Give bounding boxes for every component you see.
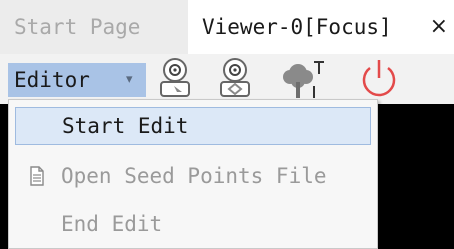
close-icon[interactable]: × xyxy=(430,0,448,54)
tab-bar: Start Page Viewer-0[Focus] × xyxy=(0,0,454,54)
menu-item-open-seed-points-file-label: Open Seed Points File xyxy=(61,164,327,188)
editor-button-label: Editor xyxy=(14,68,90,92)
editor-dropdown-menu: Start Edit Open Seed Points File End Edi… xyxy=(8,99,378,249)
menu-item-end-edit-label: End Edit xyxy=(61,212,163,236)
seed-point-edit-icon[interactable] xyxy=(152,56,198,102)
menu-item-start-edit-label: Start Edit xyxy=(62,114,189,138)
toolbar: Editor ▾ xyxy=(0,54,454,104)
chevron-down-icon: ▾ xyxy=(126,72,133,87)
menu-item-open-seed-points-file[interactable]: Open Seed Points File xyxy=(15,157,371,195)
tab-start-page[interactable]: Start Page xyxy=(0,0,188,54)
document-icon xyxy=(30,166,44,186)
menu-item-end-edit[interactable]: End Edit xyxy=(15,205,371,243)
tab-viewer[interactable]: Viewer-0[Focus] xyxy=(188,0,454,54)
power-icon[interactable] xyxy=(356,56,402,102)
editor-dropdown-button[interactable]: Editor ▾ xyxy=(8,63,146,97)
tab-viewer-label: Viewer-0[Focus] xyxy=(202,15,392,39)
seed-point-select-icon[interactable] xyxy=(212,56,258,102)
tree-text-icon[interactable] xyxy=(280,56,330,102)
tab-start-page-label: Start Page xyxy=(14,15,141,39)
menu-item-start-edit[interactable]: Start Edit xyxy=(15,107,371,145)
